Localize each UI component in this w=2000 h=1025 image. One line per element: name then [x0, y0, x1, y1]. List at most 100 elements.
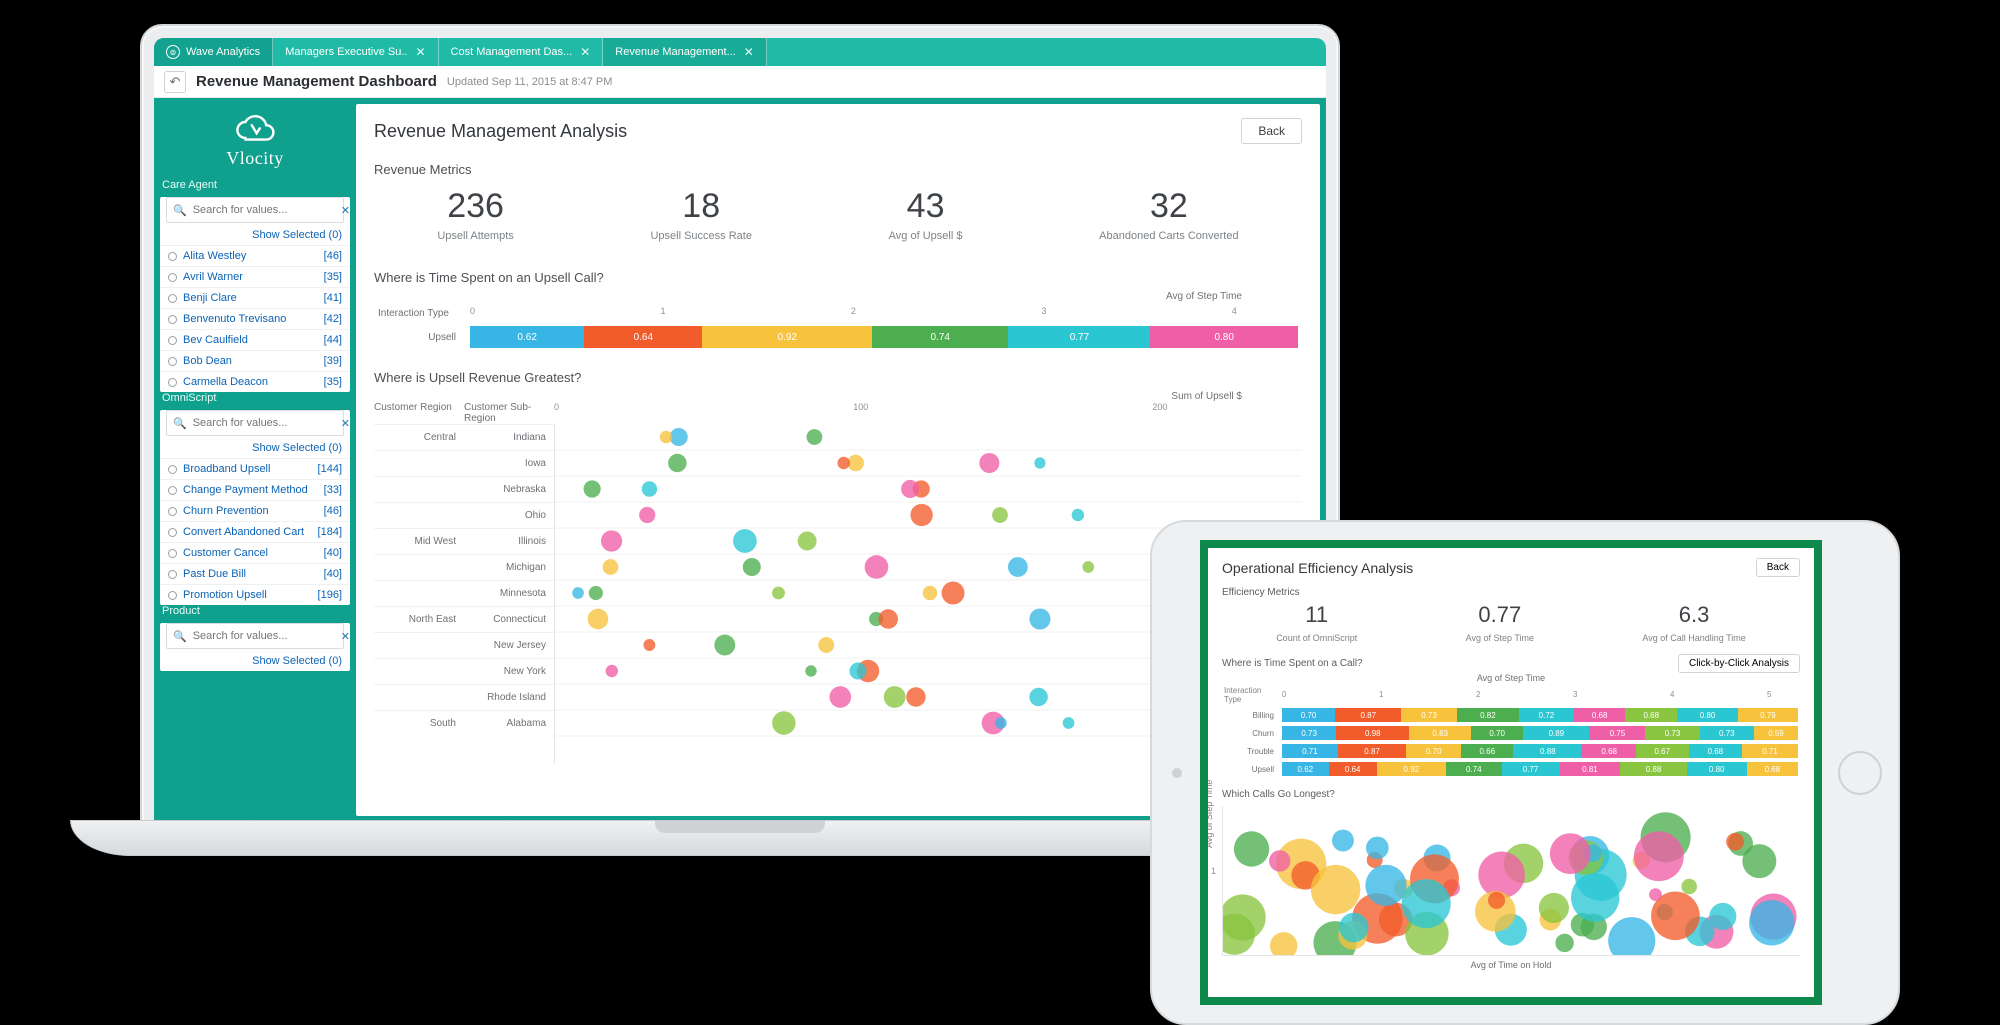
show-selected-link[interactable]: Show Selected (0)	[160, 229, 350, 245]
section-longest: Which Calls Go Longest?	[1222, 789, 1800, 800]
bar-segment: 0.64	[584, 326, 702, 348]
region-row: SouthAlabama	[374, 710, 554, 736]
search-input[interactable]	[193, 204, 335, 216]
tablet-bar-row: Churn0.730.980.830.700.890.750.730.730.5…	[1224, 725, 1798, 741]
region-row: New York	[374, 658, 554, 684]
tablet-xlabel: Avg of Time on Hold	[1222, 960, 1800, 970]
region-row: North EastConnecticut	[374, 606, 554, 632]
clear-icon[interactable]: ✕	[341, 204, 350, 217]
search-input-wrap: 🔍 ✕	[166, 197, 344, 223]
tablet-bubble-chart: 1	[1222, 806, 1800, 956]
close-icon[interactable]: ✕	[744, 45, 754, 59]
metric-omniscript-count: 11Count of OmniScript	[1276, 602, 1357, 646]
facet-item[interactable]: Churn Prevention[46]	[160, 500, 350, 521]
bar-segment: 0.92	[702, 326, 872, 348]
facet-item[interactable]: Benji Clare[41]	[160, 287, 350, 308]
region-row: Rhode Island	[374, 684, 554, 710]
show-selected-link[interactable]: Show Selected (0)	[160, 655, 350, 671]
back-button[interactable]: Back	[1241, 118, 1302, 144]
region-row: Michigan	[374, 554, 554, 580]
tablet-home-button[interactable]	[1838, 751, 1882, 795]
region-row: Minnesota	[374, 580, 554, 606]
clear-icon[interactable]: ✕	[341, 417, 350, 430]
panel-title: Revenue Management Analysis	[374, 121, 627, 142]
facet-product: 🔍 ✕ Show Selected (0)	[160, 623, 350, 671]
tablet-bar-row: Trouble0.710.870.700.660.880.680.670.680…	[1224, 743, 1798, 759]
facet-label: Product	[160, 605, 350, 617]
region-row: CentralIndiana	[374, 424, 554, 450]
tablet-back-button[interactable]: Back	[1756, 558, 1800, 577]
search-icon: 🔍	[173, 204, 187, 217]
facet-label: Care Agent	[160, 179, 350, 191]
tablet-bar-row: Upsell0.620.640.920.740.770.810.880.800.…	[1224, 761, 1798, 777]
close-icon[interactable]: ✕	[580, 45, 590, 59]
section-time-spent: Where is Time Spent on an Upsell Call?	[374, 270, 1302, 285]
facet-item[interactable]: Bob Dean[39]	[160, 350, 350, 371]
brand-name: Vlocity	[226, 148, 284, 169]
close-icon[interactable]: ✕	[415, 45, 425, 59]
brand-block: Vlocity	[160, 104, 350, 173]
page-title: Revenue Management Dashboard	[196, 73, 437, 90]
tablet-metrics: 11Count of OmniScript 0.77Avg of Step Ti…	[1222, 602, 1800, 646]
facet-item[interactable]: Promotion Upsell[196]	[160, 584, 350, 605]
facet-item[interactable]: Change Payment Method[33]	[160, 479, 350, 500]
tablet-app: Operational Efficiency Analysis Back Eff…	[1200, 540, 1822, 1005]
metric-avg-upsell: 43Avg of Upsell $	[889, 187, 963, 244]
cloud-icon	[231, 112, 279, 148]
clear-icon[interactable]: ✕	[341, 630, 350, 643]
metric-upsell-attempts: 236Upsell Attempts	[437, 187, 513, 244]
panel-header: Revenue Management Analysis Back	[374, 118, 1302, 144]
sidebar: Vlocity Care Agent 🔍 ✕ Show Selected (0)…	[160, 104, 350, 816]
tablet-ylabel: Avg of Step Time	[1208, 780, 1214, 848]
region-row: Iowa	[374, 450, 554, 476]
tab-label: Managers Executive Su..	[285, 46, 407, 58]
facet-care agent: 🔍 ✕ Show Selected (0) Alita Westley[46]A…	[160, 197, 350, 392]
search-input[interactable]	[193, 417, 335, 429]
search-input-wrap: 🔍 ✕	[166, 623, 344, 649]
facet-item[interactable]: Carmella Deacon[35]	[160, 371, 350, 392]
facet-item[interactable]: Alita Westley[46]	[160, 245, 350, 266]
search-input[interactable]	[193, 630, 335, 642]
facet-item[interactable]: Benvenuto Trevisano[42]	[160, 308, 350, 329]
facet-item[interactable]: Convert Abandoned Cart[184]	[160, 521, 350, 542]
tab-managers[interactable]: Managers Executive Su.. ✕	[273, 38, 438, 66]
col-subregion: Customer Sub-Region	[464, 402, 554, 424]
show-selected-link[interactable]: Show Selected (0)	[160, 442, 350, 458]
tab-label: Revenue Management...	[615, 46, 735, 58]
metric-avg-call: 6.3Avg of Call Handling Time	[1642, 602, 1745, 646]
metrics-row: 236Upsell Attempts 18Upsell Success Rate…	[374, 183, 1302, 252]
tablet-panel-header: Operational Efficiency Analysis Back	[1222, 558, 1800, 577]
search-icon: 🔍	[173, 630, 187, 643]
section-efficiency: Efficiency Metrics	[1222, 587, 1800, 598]
tab-revenue[interactable]: Revenue Management... ✕	[603, 38, 767, 66]
tablet-axis-step-time: Avg of Step Time	[1222, 673, 1800, 683]
region-row: Ohio	[374, 502, 554, 528]
tab-label: Cost Management Das...	[451, 46, 573, 58]
bar-segment: 0.62	[470, 326, 584, 348]
search-input-wrap: 🔍 ✕	[166, 410, 344, 436]
region-row: Nebraska	[374, 476, 554, 502]
bar-segment: 0.77	[1008, 326, 1150, 348]
axis-avg-step-time: Avg of Step Time	[374, 291, 1302, 302]
undo-button[interactable]: ↶	[164, 71, 186, 93]
tablet-title: Operational Efficiency Analysis	[1222, 560, 1413, 576]
tab-brand-label: Wave Analytics	[186, 46, 260, 58]
click-analysis-button[interactable]: Click-by-Click Analysis	[1678, 654, 1800, 673]
tab-brand-wave[interactable]: ⊚ Wave Analytics	[154, 38, 273, 66]
col-interaction-type: Interaction Type	[376, 304, 466, 322]
facet-item[interactable]: Bev Caulfield[44]	[160, 329, 350, 350]
facet-item[interactable]: Broadband Upsell[144]	[160, 458, 350, 479]
facet-item[interactable]: Past Due Bill[40]	[160, 563, 350, 584]
section-tablet-time: Where is Time Spent on a Call?	[1222, 658, 1363, 669]
facet-item[interactable]: Customer Cancel[40]	[160, 542, 350, 563]
tab-cost[interactable]: Cost Management Das... ✕	[439, 38, 604, 66]
metric-abandoned: 32Abandoned Carts Converted	[1099, 187, 1238, 244]
wave-icon: ⊚	[166, 45, 180, 59]
metric-avg-step: 0.77Avg of Step Time	[1466, 602, 1534, 646]
axis-sum-upsell: Sum of Upsell $	[374, 391, 1302, 402]
tab-bar: ⊚ Wave Analytics Managers Executive Su..…	[154, 38, 1326, 66]
facet-label: OmniScript	[160, 392, 350, 404]
section-rev-greatest: Where is Upsell Revenue Greatest?	[374, 370, 1302, 385]
facet-item[interactable]: Avril Warner[35]	[160, 266, 350, 287]
search-icon: 🔍	[173, 417, 187, 430]
